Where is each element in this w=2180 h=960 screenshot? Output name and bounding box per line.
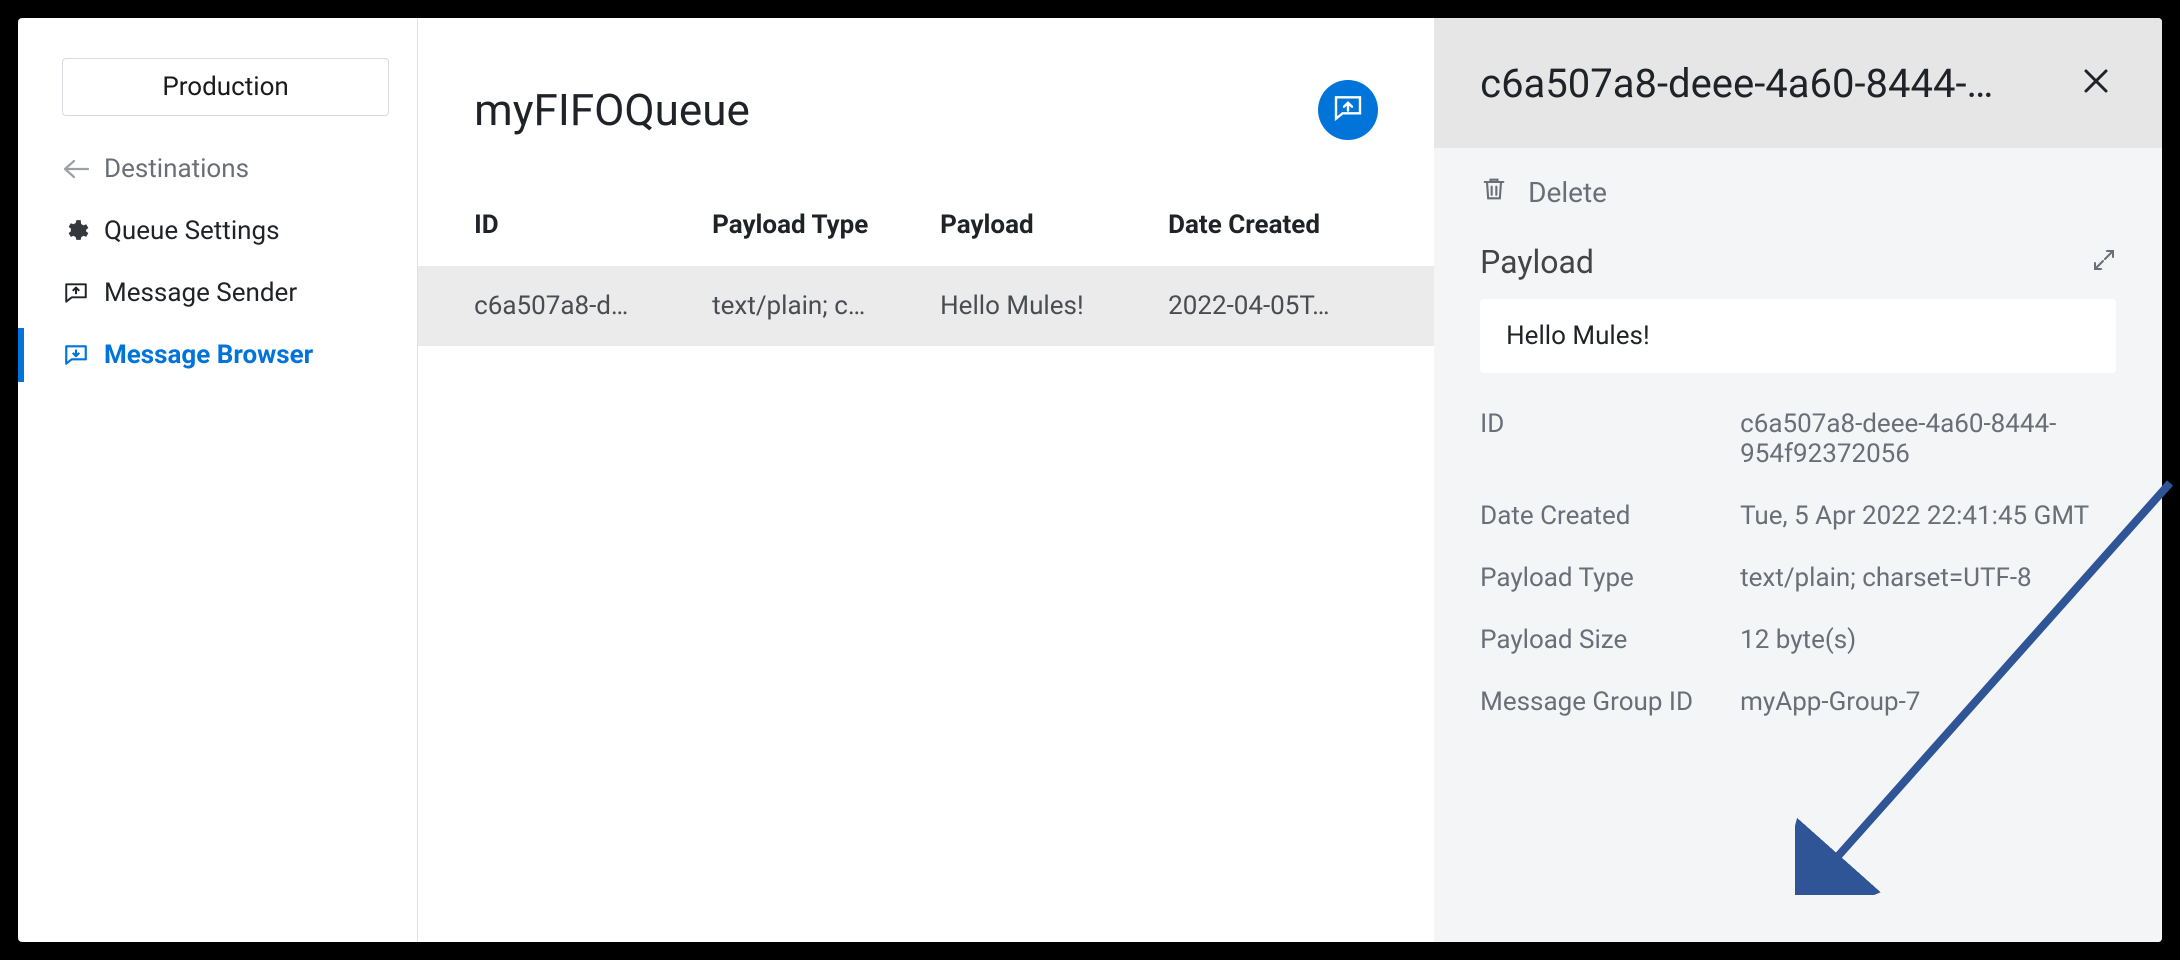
field-size: Payload Size 12 byte(s) xyxy=(1434,609,2162,671)
field-date-value: Tue, 5 Apr 2022 22:41:45 GMT xyxy=(1740,501,2116,531)
message-sender-label: Message Sender xyxy=(104,278,297,308)
close-icon xyxy=(2081,66,2111,101)
field-id: ID c6a507a8-deee-4a60-8444-954f92372056 xyxy=(1434,393,2162,485)
table-header: ID Payload Type Payload Date Created xyxy=(418,184,1434,266)
sidebar: Production Destinations Queue Settings M… xyxy=(18,18,418,942)
field-date-label: Date Created xyxy=(1480,501,1740,531)
col-payload: Payload xyxy=(940,210,1160,240)
message-up-icon xyxy=(62,279,90,307)
message-send-icon xyxy=(1332,92,1364,129)
main-content: myFIFOQueue ID Payload Type Payload Date… xyxy=(418,18,1434,942)
send-message-button[interactable] xyxy=(1318,80,1378,140)
field-id-label: ID xyxy=(1480,409,1740,439)
cell-id: c6a507a8-d… xyxy=(474,291,704,321)
field-type: Payload Type text/plain; charset=UTF-8 xyxy=(1434,547,2162,609)
expand-icon xyxy=(2092,253,2116,277)
gear-icon xyxy=(62,217,90,245)
back-to-destinations[interactable]: Destinations xyxy=(18,138,417,200)
details-header: c6a507a8-deee-4a60-8444-… xyxy=(1434,18,2162,148)
field-size-value: 12 byte(s) xyxy=(1740,625,2116,655)
trash-icon xyxy=(1480,174,1508,211)
table-row[interactable]: c6a507a8-d… text/plain; c… Hello Mules! … xyxy=(418,266,1434,346)
sidebar-item-message-sender[interactable]: Message Sender xyxy=(18,262,417,324)
environment-selector[interactable]: Production xyxy=(62,58,389,116)
queue-title: myFIFOQueue xyxy=(474,84,750,136)
field-group: Message Group ID myApp-Group-7 xyxy=(1434,671,2162,733)
details-title: c6a507a8-deee-4a60-8444-… xyxy=(1480,60,2052,107)
field-type-label: Payload Type xyxy=(1480,563,1740,593)
field-type-value: text/plain; charset=UTF-8 xyxy=(1740,563,2116,593)
field-size-label: Payload Size xyxy=(1480,625,1740,655)
col-payload-type: Payload Type xyxy=(712,210,932,240)
field-group-value: myApp-Group-7 xyxy=(1740,687,2116,717)
field-id-value: c6a507a8-deee-4a60-8444-954f92372056 xyxy=(1740,409,2116,469)
cell-type: text/plain; c… xyxy=(712,291,932,321)
arrow-left-icon xyxy=(62,155,90,183)
col-id: ID xyxy=(474,210,704,240)
message-browser-label: Message Browser xyxy=(104,340,313,370)
queue-settings-label: Queue Settings xyxy=(104,216,280,246)
field-group-label: Message Group ID xyxy=(1480,687,1740,717)
col-date-created: Date Created xyxy=(1168,210,1378,240)
message-down-icon xyxy=(62,341,90,369)
cell-payload: Hello Mules! xyxy=(940,291,1160,321)
environment-label: Production xyxy=(162,72,288,102)
sidebar-item-queue-settings[interactable]: Queue Settings xyxy=(18,200,417,262)
close-button[interactable] xyxy=(2076,63,2116,103)
delete-action[interactable]: Delete xyxy=(1434,148,2162,217)
field-date: Date Created Tue, 5 Apr 2022 22:41:45 GM… xyxy=(1434,485,2162,547)
payload-section-title: Payload xyxy=(1480,243,1594,281)
message-details-panel: c6a507a8-deee-4a60-8444-… Delete Payload… xyxy=(1434,18,2162,942)
sidebar-item-message-browser[interactable]: Message Browser xyxy=(18,324,417,386)
destinations-label: Destinations xyxy=(104,154,249,184)
payload-section-header: Payload xyxy=(1434,217,2162,291)
payload-body: Hello Mules! xyxy=(1480,299,2116,373)
message-table: ID Payload Type Payload Date Created c6a… xyxy=(418,184,1434,346)
queue-header: myFIFOQueue xyxy=(418,18,1434,184)
cell-date: 2022-04-05T… xyxy=(1168,291,1378,321)
expand-button[interactable] xyxy=(2092,248,2116,277)
delete-label: Delete xyxy=(1528,176,1607,209)
app-frame: Production Destinations Queue Settings M… xyxy=(18,18,2162,942)
